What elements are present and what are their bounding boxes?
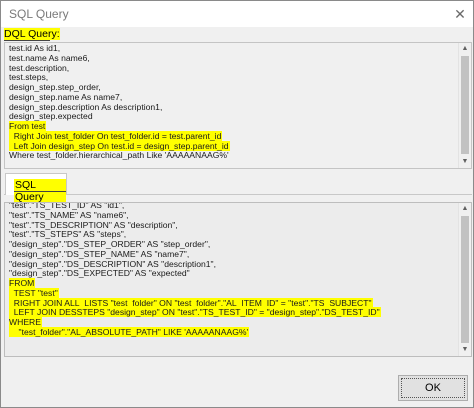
code-line-text: "test_folder"."AL_ABSOLUTE_PATH" LIKE 'A…: [9, 326, 250, 337]
code-line-text: design_step.expected: [9, 111, 93, 122]
code-line-text: Right Join test_folder On test_folder.id…: [9, 130, 223, 141]
code-line-text: "design_step"."DS_DESCRIPTION" AS "descr…: [9, 258, 216, 269]
dql-label-underline: [4, 40, 50, 41]
code-line-text: "design_step"."DS_STEP_NAME" AS "name7",: [9, 248, 190, 259]
code-line-text: From test: [9, 121, 47, 131]
code-line-text: Where test_folder.hierarchical_path Like…: [9, 150, 229, 161]
sql-scrollbar[interactable]: ▲ ▼: [458, 203, 471, 356]
code-line: "design_step"."DS_EXPECTED" AS "expected…: [9, 268, 459, 279]
code-line-text: WHERE: [9, 317, 42, 327]
code-line-text: FROM: [9, 278, 36, 288]
focus-rectangle: [401, 378, 465, 398]
dql-query-label: DQL Query:: [4, 28, 60, 40]
sql-query-dialog: SQL Query ✕ DQL Query: test.id As id1, te…: [0, 0, 474, 408]
dql-query-text: test.id As id1, test.name As name6, test.d…: [9, 43, 457, 161]
code-line: design_step.expected: [9, 111, 457, 122]
tab-strip: SQL Query: [4, 173, 472, 203]
code-line-text: design_step.description As description1,: [9, 101, 163, 112]
scroll-down-arrow-icon[interactable]: ▼: [459, 156, 471, 168]
code-line-text: design_step.step_order,: [9, 82, 101, 92]
dql-query-textbox[interactable]: test.id As id1, test.name As name6, test.d…: [4, 42, 472, 169]
close-icon[interactable]: ✕: [451, 5, 469, 23]
code-line-text: test.description,: [9, 62, 70, 73]
scroll-up-arrow-icon[interactable]: ▲: [459, 203, 471, 215]
code-line-text: Left Join design_step On test.id = desig…: [9, 140, 230, 151]
tab-label-underline: [14, 191, 66, 192]
title-bar[interactable]: SQL Query ✕: [1, 1, 473, 27]
code-line-text: RIGHT JOIN ALL_LISTS "test_folder" ON "t…: [9, 297, 373, 308]
code-line-text: "test"."TS_TEST_ID" AS "id1",: [9, 202, 125, 210]
code-line-text: "test"."TS_DESCRIPTION" AS "description"…: [9, 219, 178, 230]
code-line-text: "design_step"."DS_EXPECTED" AS "expected…: [9, 268, 190, 279]
dql-scroll-thumb[interactable]: [461, 56, 469, 154]
code-line: test.name As name6,: [9, 52, 457, 64]
tab-sql-query[interactable]: SQL Query: [5, 173, 67, 203]
code-line-text: test.id As id1,: [9, 43, 61, 53]
code-line: "test_folder"."AL_ABSOLUTE_PATH" LIKE 'A…: [9, 326, 459, 338]
sql-query-textbox[interactable]: "test"."TS_TEST_ID" AS "id1", "test"."TS_…: [4, 202, 472, 357]
code-line: Where test_folder.hierarchical_path Like…: [9, 150, 457, 161]
code-line-text: test.name As name6,: [9, 52, 90, 63]
code-line: FROM: [9, 278, 459, 289]
ok-button[interactable]: OK: [398, 375, 468, 401]
dql-scrollbar[interactable]: ▲ ▼: [458, 43, 471, 168]
code-line-text: "design_step"."DS_STEP_ORDER" AS "step_o…: [9, 239, 211, 249]
sql-query-text: "test"."TS_TEST_ID" AS "id1", "test"."TS_…: [9, 202, 459, 338]
scroll-down-arrow-icon[interactable]: ▼: [459, 344, 471, 356]
code-line: LEFT JOIN DESSTEPS "design_step" ON "tes…: [9, 307, 459, 318]
code-line-text: TEST "test": [9, 287, 59, 298]
code-line-text: LEFT JOIN DESSTEPS "design_step" ON "tes…: [9, 307, 381, 318]
code-line: test.description,: [9, 62, 457, 74]
scroll-up-arrow-icon[interactable]: ▲: [459, 43, 471, 55]
code-line-text: "test"."TS_NAME" AS "name6",: [9, 209, 129, 220]
code-line-text: test.steps,: [9, 72, 49, 83]
sql-scroll-thumb[interactable]: [461, 216, 469, 343]
code-line-text: design_step.name As name7,: [9, 91, 123, 102]
code-line-text: "test"."TS_STEPS" AS "steps",: [9, 229, 127, 240]
window-title: SQL Query: [9, 7, 69, 21]
